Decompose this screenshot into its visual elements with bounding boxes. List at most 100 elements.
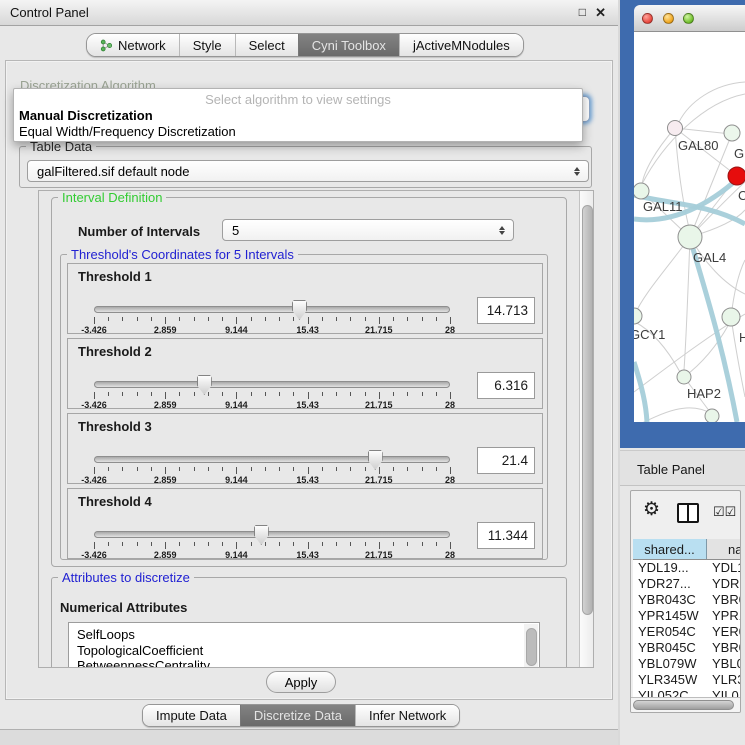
network-edge[interactable] [731, 317, 745, 397]
network-canvas[interactable]: GAL80G.CGAL11GAL4GCY1HHAP2 [634, 32, 745, 422]
algorithm-dropdown-popup: Select algorithm to view settings Manual… [13, 88, 583, 142]
network-edge[interactable] [675, 128, 731, 134]
table-row[interactable]: YDL19...YDL1 [633, 560, 740, 576]
checkbox-icons[interactable]: ☑☑ [713, 504, 736, 520]
apply-button[interactable]: Apply [266, 671, 336, 693]
control-panel-titlebar[interactable]: Control Panel □ ✕ [0, 0, 618, 26]
node-table[interactable]: shared...na YDL19...YDL1YDR27...YDR2YBR0… [633, 539, 740, 697]
network-node[interactable] [678, 225, 702, 249]
table-row[interactable]: YBR045CYBR0 [633, 640, 740, 656]
network-node[interactable] [668, 121, 683, 136]
network-node[interactable] [677, 370, 691, 384]
cell-shared-name: YDL19... [633, 560, 707, 576]
threshold-value-field[interactable]: 6.316 [477, 372, 535, 399]
table-row[interactable]: YBL079WYBL0 [633, 656, 740, 672]
network-node[interactable] [728, 167, 745, 185]
tab-style[interactable]: Style [179, 34, 235, 56]
minimize-traffic-light[interactable] [663, 13, 674, 24]
menu-item-manual-discretization[interactable]: Manual Discretization [14, 107, 582, 123]
numerical-attributes-list[interactable]: SelfLoopsTopologicalCoefficientBetweenne… [68, 622, 540, 668]
close-traffic-light[interactable] [642, 13, 653, 24]
tab-impute-data[interactable]: Impute Data [143, 705, 240, 726]
app-root: Control Panel □ ✕ NetworkStyleSelectCyni… [0, 0, 745, 745]
network-edge[interactable] [679, 82, 745, 122]
slider-track[interactable] [94, 306, 450, 313]
table-row[interactable]: YPR145WYPR1 [633, 608, 740, 624]
threshold-value-field[interactable]: 11.344 [477, 522, 535, 549]
table-data-combobox[interactable]: galFiltered.sif default node [27, 160, 589, 182]
number-of-intervals-combobox[interactable]: 5 [222, 219, 514, 241]
tab-infer-network[interactable]: Infer Network [355, 705, 459, 726]
gear-icon[interactable]: ⚙ [643, 500, 660, 519]
cell-shared-name: YDR27... [633, 576, 707, 592]
list-item[interactable]: TopologicalCoefficient [69, 643, 539, 659]
tick-label: 28 [445, 550, 455, 560]
threshold-label: Threshold 4 [78, 494, 152, 509]
list-scrollbar-thumb[interactable] [526, 628, 537, 666]
threshold-value-field[interactable]: 14.713 [477, 297, 535, 324]
network-node[interactable] [705, 409, 719, 422]
slider-ticks [94, 542, 450, 550]
slider-tick-labels: -3.4262.8599.14415.4321.71528 [94, 400, 450, 410]
tick-label: 21.715 [365, 550, 393, 560]
zoom-traffic-light[interactable] [683, 13, 694, 24]
network-node-label: GAL11 [643, 199, 683, 214]
threshold-2-panel: Threshold 2 -3.4262.8599.14415.4321.71528… [67, 338, 543, 409]
table-row[interactable]: YDR27...YDR2 [633, 576, 740, 592]
column-header-shared-[interactable]: shared... [633, 539, 707, 559]
network-node[interactable] [724, 125, 740, 141]
network-edge[interactable] [635, 237, 690, 314]
tab-jactivemnodules[interactable]: jActiveMNodules [399, 34, 523, 56]
tab-cyni-toolbox[interactable]: Cyni Toolbox [298, 34, 399, 56]
popup-hint: Select algorithm to view settings [14, 92, 582, 107]
table-row[interactable]: YLR345WYLR3 [633, 672, 740, 688]
table-horizontal-scrollbar[interactable] [631, 697, 740, 713]
tick-label: 28 [445, 475, 455, 485]
threshold-label: Threshold 2 [78, 344, 152, 359]
threshold-4-panel: Threshold 4-3.4262.8599.14415.4321.71528… [67, 488, 543, 559]
threshold-value-field[interactable]: 21.4 [477, 447, 535, 474]
settings-scrollbar-thumb[interactable] [582, 205, 593, 615]
cell-name: YBR0 [707, 640, 740, 656]
network-node[interactable] [722, 308, 740, 326]
tab-label: jActiveMNodules [413, 38, 510, 53]
float-window-icon[interactable]: □ [579, 5, 586, 19]
network-node[interactable] [634, 308, 642, 324]
network-node[interactable] [634, 183, 649, 199]
column-header-na[interactable]: na [707, 539, 740, 559]
close-window-icon[interactable]: ✕ [595, 5, 606, 21]
table-row[interactable]: YIL052CYIL0 [633, 688, 740, 697]
settings-scrollbar[interactable] [579, 191, 594, 667]
tick-label: 21.715 [365, 325, 393, 335]
tick-label: 9.144 [225, 400, 248, 410]
threshold-label: Threshold 1 [78, 269, 152, 284]
bottom-tab-bar: Impute DataDiscretize DataInfer Network [142, 704, 460, 727]
slider-ticks [94, 392, 450, 400]
tick-label: 9.144 [225, 325, 248, 335]
network-window-titlebar[interactable] [634, 5, 745, 32]
list-scrollbar[interactable] [524, 624, 538, 668]
combo-arrows-icon [570, 167, 584, 176]
table-row[interactable]: YBR043CYBR0 [633, 592, 740, 608]
slider-track[interactable] [94, 381, 450, 388]
table-row[interactable]: YER054CYER0 [633, 624, 740, 640]
network-edge[interactable] [684, 237, 690, 370]
combo-arrows-icon [495, 226, 509, 235]
tab-select[interactable]: Select [235, 34, 298, 56]
list-item[interactable]: BetweennessCentrality [69, 658, 539, 668]
cell-name: YER0 [707, 624, 740, 640]
tab-discretize-data[interactable]: Discretize Data [240, 705, 355, 726]
list-item[interactable]: SelfLoops [69, 627, 539, 643]
slider-track[interactable] [94, 456, 450, 463]
cell-name: YBR0 [707, 592, 740, 608]
table-toolbar: ⚙ ☑☑ [631, 491, 740, 537]
network-edge-thick[interactable] [634, 362, 647, 422]
tab-network[interactable]: Network [87, 34, 179, 56]
slider-track[interactable] [94, 531, 450, 538]
menu-item-equal-width-frequency[interactable]: Equal Width/Frequency Discretization [14, 123, 582, 139]
table-scrollbar-thumb[interactable] [633, 700, 734, 710]
slider-tick-labels: -3.4262.8599.14415.4321.71528 [94, 475, 450, 485]
network-view-window: GAL80G.CGAL11GAL4GCY1HHAP2 [620, 0, 745, 448]
interval-definition-group: Interval Definition Number of Intervals … [51, 197, 567, 567]
columns-icon[interactable] [677, 503, 699, 523]
